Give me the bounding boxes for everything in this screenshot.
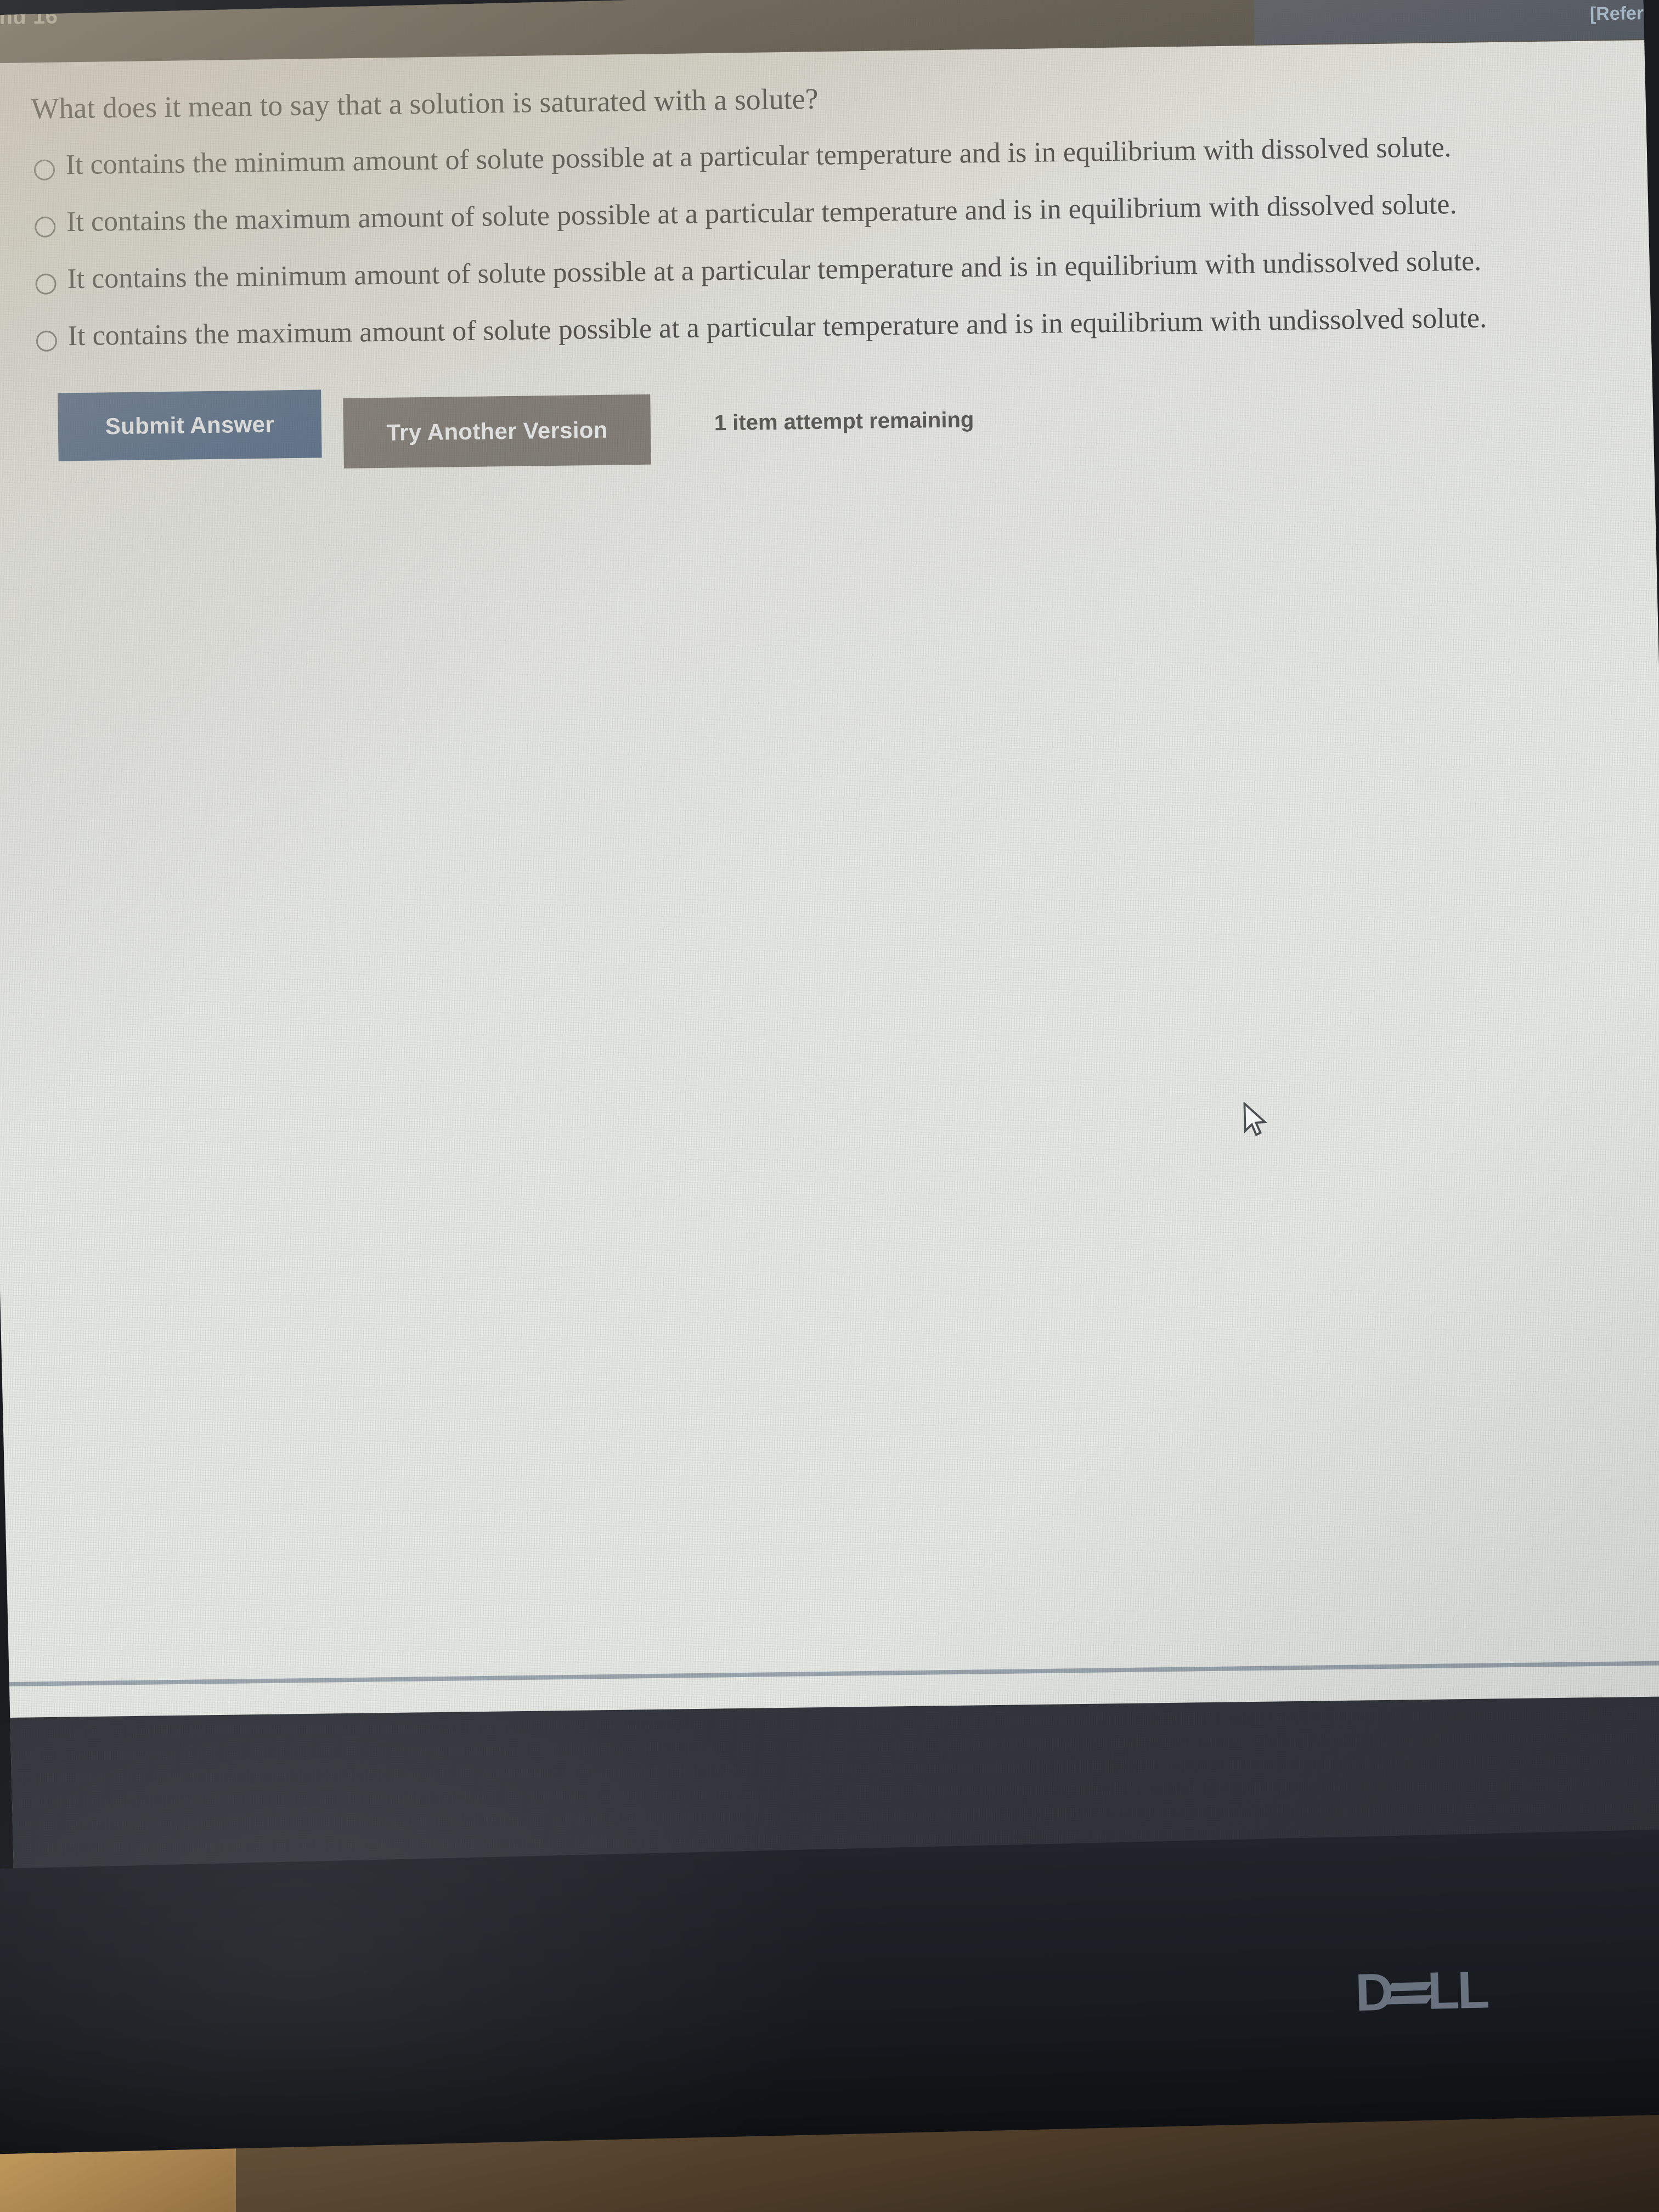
dell-logo-d: D [1355, 1962, 1392, 2022]
monitor-screen: and 16 [Referen What does it mean to say… [0, 0, 1659, 1897]
answer-option-a-label: It contains the minimum amount of solute… [65, 132, 1452, 181]
monitor-bottom-bezel: DLL [0, 1827, 1659, 2155]
dell-logo: DLL [1300, 1959, 1543, 2024]
dell-logo-e [1387, 1970, 1431, 2014]
quiz-actions: Submit Answer Try Another Version 1 item… [58, 381, 974, 472]
references-link[interactable]: [Referen [1590, 3, 1659, 25]
answer-options-group: It contains the minimum amount of solute… [33, 131, 1616, 379]
dell-monitor: and 16 [Referen What does it mean to say… [0, 0, 1659, 2155]
dell-logo-l2: L [1457, 1960, 1488, 2020]
dell-logo-l1: L [1426, 1961, 1458, 2021]
radio-button-a[interactable] [33, 159, 55, 180]
attempts-remaining-text: 1 item attempt remaining [714, 408, 974, 436]
monitor-photo: and 16 [Referen What does it mean to say… [0, 0, 1659, 2212]
radio-button-c[interactable] [35, 273, 57, 295]
radio-button-d[interactable] [36, 330, 58, 352]
mouse-cursor-icon [1243, 1101, 1269, 1138]
app-bar-title: and 16 [0, 4, 58, 30]
radio-button-b[interactable] [34, 216, 56, 238]
submit-answer-button[interactable]: Submit Answer [58, 390, 322, 461]
quiz-content: What does it mean to say that a solution… [0, 49, 1659, 1706]
question-text: What does it mean to say that a solution… [31, 82, 819, 126]
try-another-version-button[interactable]: Try Another Version [343, 394, 651, 469]
